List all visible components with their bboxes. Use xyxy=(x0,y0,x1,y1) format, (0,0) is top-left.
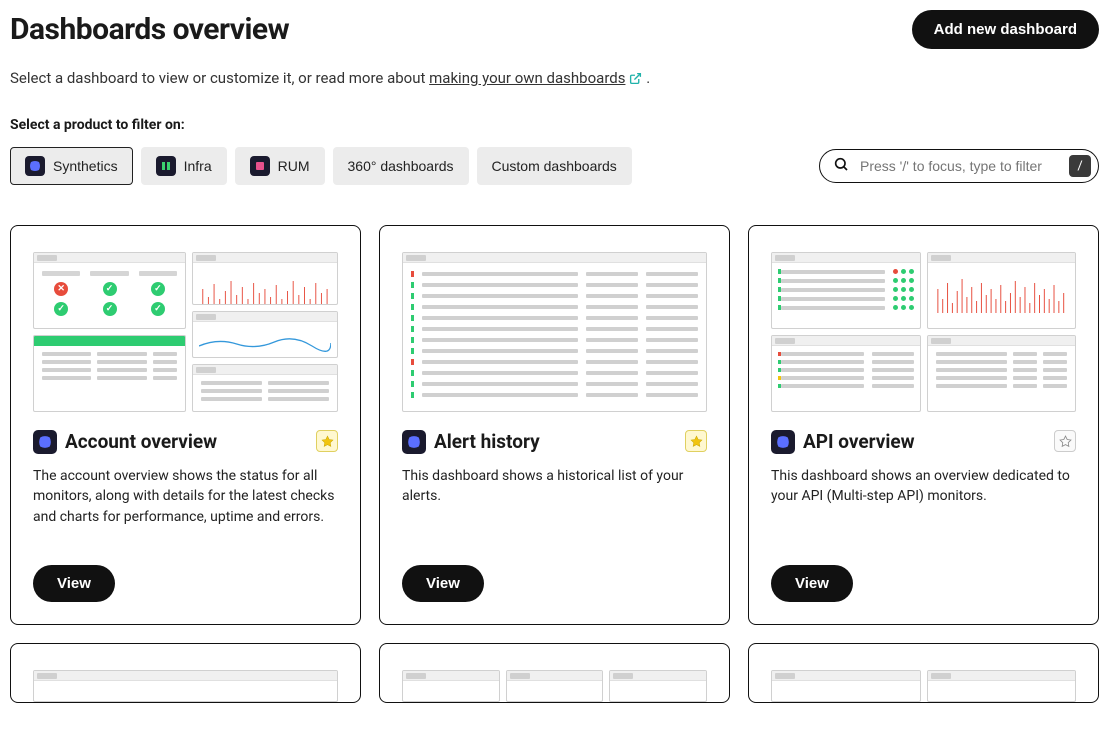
favorite-button[interactable] xyxy=(685,430,707,452)
preview-alert-history xyxy=(402,252,707,412)
filter-label: Select a product to filter on: xyxy=(10,117,1099,133)
card-partial xyxy=(748,643,1099,703)
card-title: API overview xyxy=(803,430,1046,453)
chip-custom-dashboards[interactable]: Custom dashboards xyxy=(477,147,632,185)
card-title: Account overview xyxy=(65,430,308,453)
rum-icon xyxy=(250,156,270,176)
chip-synthetics[interactable]: Synthetics xyxy=(10,147,133,185)
search-container: / xyxy=(819,149,1099,183)
search-input[interactable] xyxy=(819,149,1099,183)
card-api-overview: API overview This dashboard shows an ove… xyxy=(748,225,1099,625)
infra-icon xyxy=(156,156,176,176)
card-partial xyxy=(10,643,361,703)
card-description: The account overview shows the status fo… xyxy=(33,466,338,547)
intro-text: Select a dashboard to view or customize … xyxy=(10,69,1099,89)
card-description: This dashboard shows an overview dedicat… xyxy=(771,466,1076,547)
synthetics-icon xyxy=(402,430,426,454)
card-description: This dashboard shows a historical list o… xyxy=(402,466,707,547)
view-button[interactable]: View xyxy=(771,565,853,602)
card-account-overview: ✕✓✓ ✓✓✓ xyxy=(10,225,361,625)
search-icon xyxy=(833,156,849,176)
chip-rum[interactable]: RUM xyxy=(235,147,325,185)
chip-infra[interactable]: Infra xyxy=(141,147,227,185)
intro-suffix: . xyxy=(642,69,650,87)
synthetics-icon xyxy=(33,430,57,454)
page-title: Dashboards overview xyxy=(10,12,289,47)
preview-api-overview xyxy=(771,252,1076,412)
view-button[interactable]: View xyxy=(33,565,115,602)
preview-account-overview: ✕✓✓ ✓✓✓ xyxy=(33,252,338,412)
intro-prefix: Select a dashboard to view or customize … xyxy=(10,69,429,87)
favorite-button[interactable] xyxy=(316,430,338,452)
card-title: Alert history xyxy=(434,430,677,453)
dashboard-cards-grid: ✕✓✓ ✓✓✓ xyxy=(10,225,1099,703)
favorite-button[interactable] xyxy=(1054,430,1076,452)
card-alert-history: Alert history This dashboard shows a his… xyxy=(379,225,730,625)
external-link-icon xyxy=(629,71,642,89)
synthetics-icon xyxy=(25,156,45,176)
synthetics-icon xyxy=(771,430,795,454)
add-dashboard-button[interactable]: Add new dashboard xyxy=(912,10,1099,49)
chip-360-dashboards[interactable]: 360° dashboards xyxy=(333,147,469,185)
card-partial xyxy=(379,643,730,703)
view-button[interactable]: View xyxy=(402,565,484,602)
filter-chips: Synthetics Infra RUM 360° dashboards Cus… xyxy=(10,147,632,185)
slash-key-hint: / xyxy=(1069,155,1091,177)
making-dashboards-link[interactable]: making your own dashboards xyxy=(429,69,642,87)
